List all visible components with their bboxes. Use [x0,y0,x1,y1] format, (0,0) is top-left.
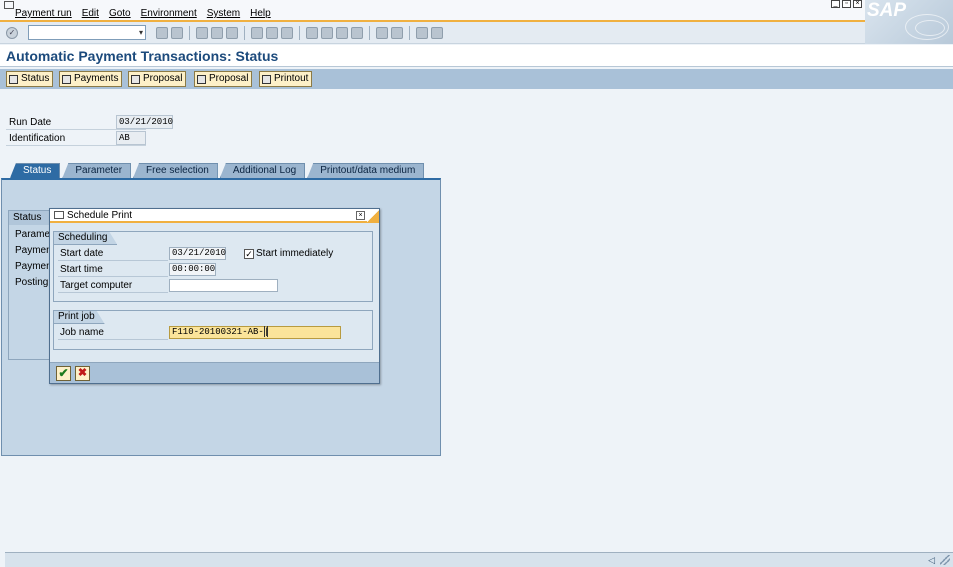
cancel-x-icon[interactable]: ✖ [75,366,90,381]
target-computer-input[interactable] [169,279,278,292]
menu-bar: Payment run Edit Goto Environment System… [0,0,953,22]
menu-environment[interactable]: Environment [141,8,197,19]
previous-page-icon[interactable] [321,27,333,39]
system-menu-icon[interactable] [4,1,14,9]
enter-icon[interactable]: ✓ [6,27,18,39]
tab-parameter[interactable]: Parameter [62,163,132,178]
first-page-icon[interactable] [306,27,318,39]
print-icon[interactable] [251,27,263,39]
job-name-input[interactable]: F110-20100321-AB-| [169,326,341,339]
back-icon[interactable] [156,27,168,39]
start-immediately-label: Start immediately [256,248,334,259]
shortcut-icon[interactable] [391,27,403,39]
start-date-input[interactable]: 03/21/2010 [169,247,226,260]
sap-logo: SAP [865,0,953,44]
start-time-row: Start time 00:00:00 [58,263,370,277]
close-window-icon[interactable]: × [853,0,862,8]
dialog-menu-icon[interactable] [54,211,64,219]
dialog-title: Schedule Print [67,210,133,221]
run-date-row: Run Date 03/21/2010 [6,115,173,130]
new-session-icon[interactable] [376,27,388,39]
save-icon[interactable] [171,27,183,39]
last-page-icon[interactable] [351,27,363,39]
tab-printout-data-medium[interactable]: Printout/data medium [307,163,425,178]
schedule-print-dialog: Schedule Print × Scheduling Start date 0… [49,208,380,384]
next-page-icon[interactable] [336,27,348,39]
maximize-icon[interactable]: ▫ [842,0,851,8]
scheduling-group: Scheduling Start date 03/21/2010 ✓ Start… [53,231,373,302]
sap-logo-text: SAP [867,0,907,21]
status-bar-toggle-icon[interactable]: ◁ [928,555,935,566]
identification-row: Identification AB [6,131,146,146]
menu-system[interactable]: System [207,8,240,19]
payments-icon [62,74,71,84]
resize-grip-icon[interactable] [940,555,950,565]
minimize-icon[interactable]: _ [831,0,840,8]
proposal-list-button[interactable]: Proposal [194,71,253,87]
back-nav-icon[interactable] [196,27,208,39]
logo-wave [915,20,945,36]
toolbar-separator [369,26,370,40]
menu-edit[interactable]: Edit [82,8,99,19]
job-name-label: Job name [58,326,168,340]
scheduling-group-title: Scheduling [54,232,117,245]
status-button[interactable]: Status [6,71,54,87]
printout-icon [262,74,271,84]
status-icon [9,74,18,84]
menu-help[interactable]: Help [250,8,271,19]
help-icon[interactable] [416,27,428,39]
cancel-icon[interactable] [226,27,238,39]
target-computer-row: Target computer [58,279,370,293]
printout-button[interactable]: Printout [259,71,313,87]
toolbar-separator [409,26,410,40]
toolbar-separator [299,26,300,40]
proposal-button[interactable]: Proposal [128,71,187,87]
dialog-title-bar: Schedule Print × [50,209,379,223]
run-date-value[interactable]: 03/21/2010 [116,115,173,129]
menu-payment-run[interactable]: Payment run [15,8,72,19]
status-bar: ◁ [5,552,953,567]
identification-value[interactable]: AB [116,131,146,145]
print-job-group-title: Print job [54,311,105,324]
tab-strip: Status Parameter Free selection Addition… [10,163,425,178]
text-cursor-icon [264,326,268,337]
tab-additional-log[interactable]: Additional Log [219,163,306,178]
dialog-footer: ✔ ✖ [50,362,379,383]
dialog-close-icon[interactable]: × [356,211,365,220]
toolbar-icons [156,26,443,40]
proposal-edit-icon [131,74,140,84]
title-bar: Automatic Payment Transactions: Status [0,45,953,67]
standard-toolbar: ✓ ▾ [0,22,865,44]
exit-icon[interactable] [211,27,223,39]
find-next-icon[interactable] [281,27,293,39]
menu-goto[interactable]: Goto [109,8,131,19]
proposal-list-icon [197,74,206,84]
run-date-label: Run Date [9,117,52,128]
confirm-checkmark-icon[interactable]: ✔ [56,366,71,381]
toolbar-separator [244,26,245,40]
payments-button[interactable]: Payments [59,71,123,87]
tab-free-selection[interactable]: Free selection [133,163,218,178]
target-computer-label: Target computer [58,279,168,293]
menu-list: Payment run Edit Goto Environment System… [15,8,271,19]
start-time-label: Start time [58,263,168,277]
checkbox-checked-icon: ✓ [244,248,254,259]
start-immediately-checkbox[interactable]: ✓ Start immediately [244,248,333,259]
start-time-input[interactable]: 00:00:00 [169,263,216,276]
find-icon[interactable] [266,27,278,39]
layout-menu-icon[interactable] [431,27,443,39]
window-controls: _ ▫ × [831,0,862,8]
application-toolbar: Status Payments Proposal Proposal Printo… [0,69,953,89]
print-job-group: Print job Job name F110-20100321-AB-| [53,310,373,350]
start-date-label: Start date [58,247,168,261]
job-name-row: Job name F110-20100321-AB-| [58,326,370,340]
command-history-icon[interactable]: ▾ [139,28,143,37]
toolbar-separator [189,26,190,40]
identification-label: Identification [9,133,66,144]
page-title: Automatic Payment Transactions: Status [6,48,279,64]
start-date-row: Start date 03/21/2010 ✓ Start immediatel… [58,247,370,261]
dialog-corner-decoration [367,209,379,223]
command-field[interactable]: ▾ [28,25,146,40]
tab-status[interactable]: Status [10,163,61,178]
